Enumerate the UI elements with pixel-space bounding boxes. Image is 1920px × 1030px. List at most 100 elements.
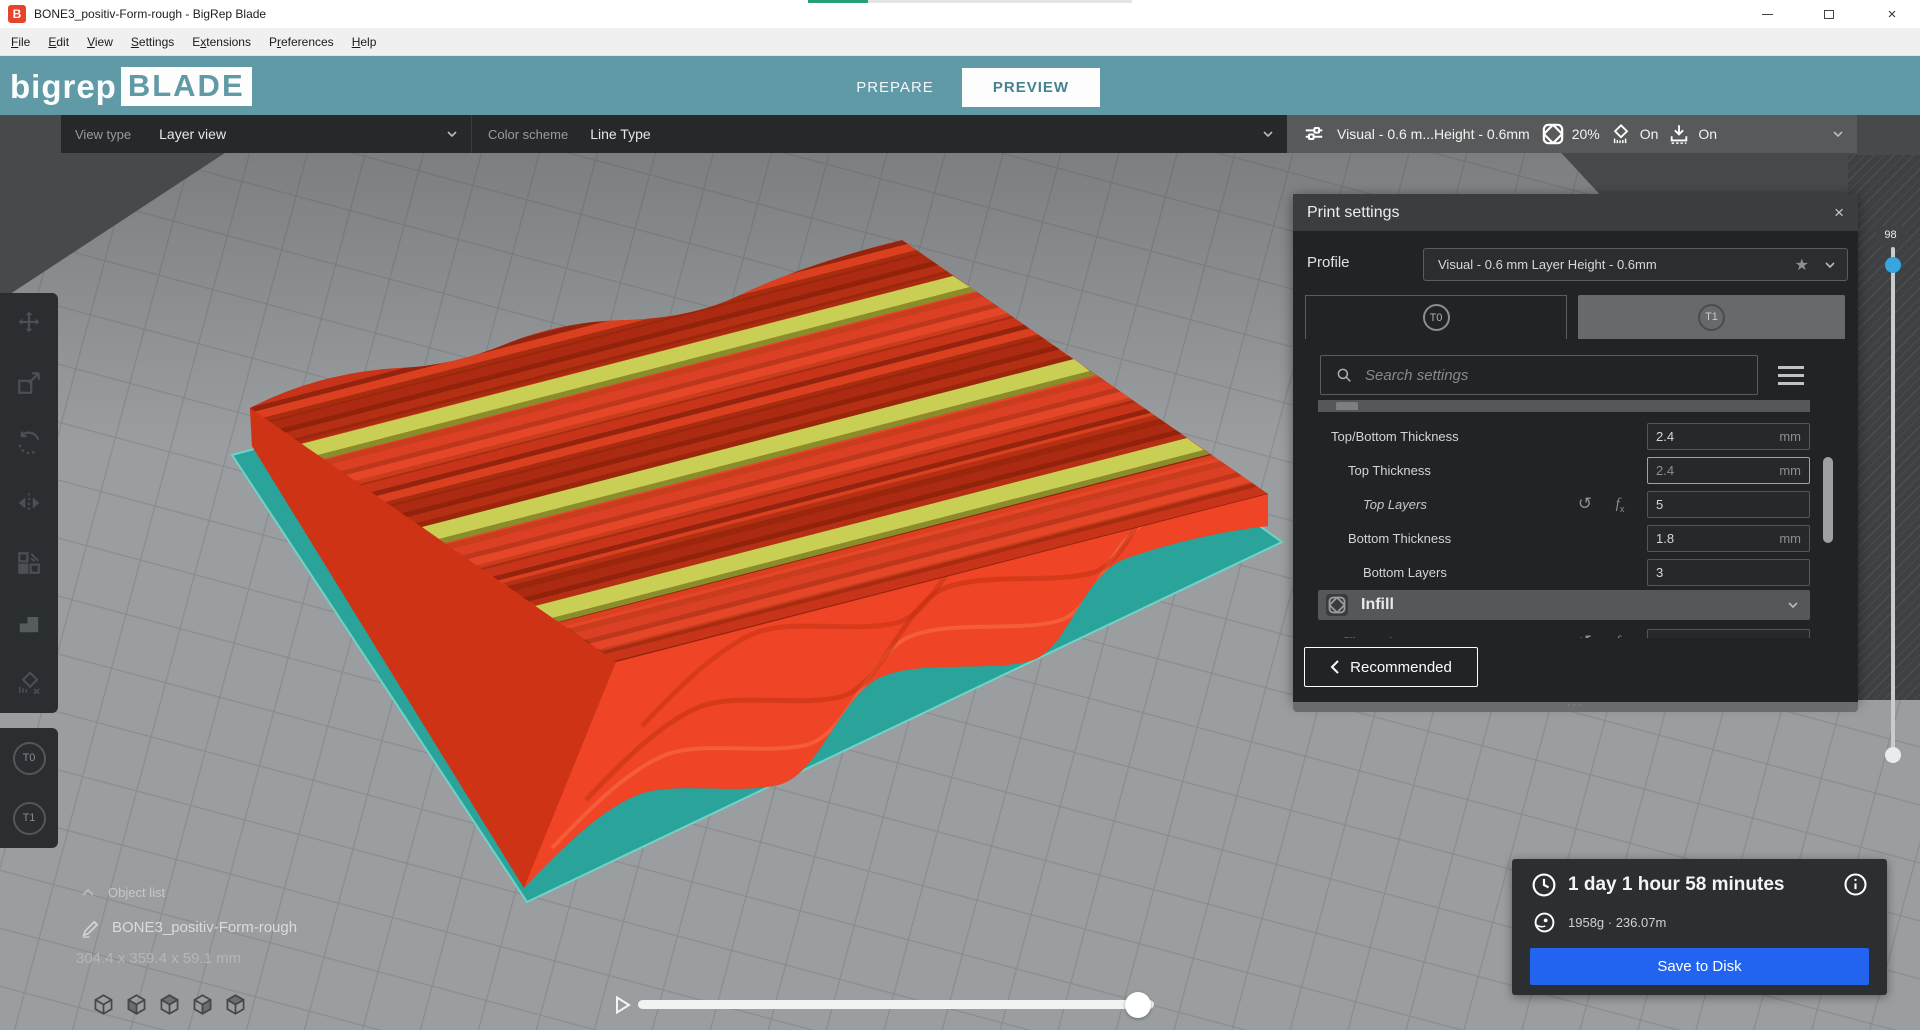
- extruder-t0-button[interactable]: T0: [0, 728, 58, 788]
- setting-value-input[interactable]: [1656, 635, 1746, 639]
- formula-icon[interactable]: fx: [1609, 633, 1631, 639]
- search-icon: [1335, 366, 1353, 384]
- info-icon[interactable]: [1843, 872, 1868, 897]
- menu-help[interactable]: Help: [343, 30, 386, 54]
- simulation-slider-handle[interactable]: [1125, 992, 1151, 1018]
- section-label: Infill: [1361, 596, 1394, 614]
- setting-value-input[interactable]: [1656, 531, 1746, 546]
- setting-row-top-thickness: Top Thickness mm: [1293, 454, 1838, 486]
- maximize-button[interactable]: [1806, 0, 1852, 28]
- menu-preferences[interactable]: Preferences: [260, 30, 343, 54]
- menu-extensions[interactable]: Extensions: [183, 30, 260, 54]
- setting-value-input[interactable]: [1656, 429, 1746, 444]
- revert-icon[interactable]: ↺: [1574, 632, 1596, 638]
- mirror-tool-button[interactable]: [0, 473, 58, 533]
- section-header-infill[interactable]: Infill: [1318, 590, 1810, 620]
- extruder-t1-button[interactable]: T1: [0, 788, 58, 848]
- view-right-icon[interactable]: [224, 993, 247, 1016]
- tab-extruder-t1[interactable]: T1: [1578, 295, 1845, 339]
- recommended-label: Recommended: [1350, 659, 1452, 676]
- support-eraser-button[interactable]: [0, 653, 58, 713]
- menu-edit[interactable]: Edit: [39, 30, 78, 54]
- setting-value-input[interactable]: [1656, 565, 1746, 580]
- view-toolbar: View type Layer view Color scheme Line T…: [61, 115, 1287, 153]
- search-input[interactable]: [1365, 367, 1747, 384]
- view-type-label: View type: [75, 127, 131, 142]
- setting-label: Top/Bottom Thickness: [1293, 429, 1459, 444]
- setting-value-box[interactable]: %: [1647, 629, 1810, 639]
- per-model-settings-button[interactable]: [0, 533, 58, 593]
- layer-slider-track[interactable]: [1891, 247, 1895, 755]
- chevron-down-icon: [1261, 127, 1275, 141]
- layer-slider-lower-handle[interactable]: [1885, 747, 1901, 763]
- move-icon: [16, 310, 42, 336]
- minimize-button[interactable]: [1744, 0, 1790, 28]
- summary-profile-text: Visual - 0.6 m...Height - 0.6mm: [1337, 126, 1530, 142]
- app-logo-icon: B: [8, 5, 26, 23]
- summary-infill-value: 20%: [1572, 126, 1600, 142]
- settings-scrollbar[interactable]: [1823, 457, 1833, 543]
- extruder-t0-icon: T0: [1423, 304, 1450, 331]
- setting-value-box[interactable]: mm: [1647, 457, 1810, 484]
- panel-resize-handle[interactable]: ···: [1293, 702, 1858, 712]
- close-window-button[interactable]: ×: [1864, 0, 1920, 28]
- chevron-up-icon[interactable]: [80, 886, 96, 900]
- object-name[interactable]: BONE3_positiv-Form-rough: [112, 919, 297, 936]
- setting-value-box[interactable]: mm: [1647, 423, 1810, 450]
- edit-icon: [80, 920, 99, 939]
- setting-value-box[interactable]: [1647, 491, 1810, 518]
- setting-value-box[interactable]: mm: [1647, 525, 1810, 552]
- revert-icon[interactable]: ↺: [1574, 494, 1596, 514]
- minimize-icon: [1762, 14, 1773, 15]
- tab-extruder-t0[interactable]: T0: [1305, 295, 1567, 339]
- setting-unit: mm: [1779, 463, 1801, 478]
- adhesion-icon: [1668, 123, 1690, 145]
- setting-value-input[interactable]: [1656, 463, 1746, 478]
- settings-menu-icon[interactable]: [1778, 366, 1804, 385]
- chevron-down-icon: [1831, 127, 1845, 141]
- scale-tool-button[interactable]: [0, 353, 58, 413]
- profile-dropdown[interactable]: Visual - 0.6 mm Layer Height - 0.6mm ★: [1423, 248, 1848, 281]
- object-list-toggle[interactable]: Object list: [108, 885, 165, 900]
- view-front-icon[interactable]: [125, 993, 148, 1016]
- layer-number-badge: 98: [1876, 226, 1905, 245]
- print-settings-summary[interactable]: Visual - 0.6 m...Height - 0.6mm 20% On O…: [1287, 115, 1857, 153]
- simulation-slider-track[interactable]: [638, 1000, 1154, 1009]
- formula-icon[interactable]: fx: [1609, 495, 1631, 514]
- play-icon[interactable]: [610, 993, 634, 1017]
- color-scheme-label: Color scheme: [488, 127, 568, 142]
- menu-view[interactable]: View: [78, 30, 122, 54]
- menu-file[interactable]: File: [2, 30, 39, 54]
- view-left-icon[interactable]: [191, 993, 214, 1016]
- view-3d-icon[interactable]: [92, 993, 115, 1016]
- star-icon[interactable]: ★: [1795, 255, 1809, 275]
- progress-strip-track: [868, 0, 1132, 3]
- material-usage: 1958g · 236.07m: [1568, 911, 1666, 934]
- view-type-dropdown[interactable]: View type Layer view: [61, 126, 471, 142]
- recommended-mode-button[interactable]: Recommended: [1304, 647, 1478, 687]
- infill-icon: [1326, 594, 1348, 616]
- support-icon: [1610, 123, 1632, 145]
- move-tool-button[interactable]: [0, 293, 58, 353]
- setting-row-bottom-layers: Bottom Layers: [1293, 556, 1838, 588]
- app-header: bigrep BLADE: [0, 56, 1920, 115]
- setting-value-input[interactable]: [1656, 497, 1746, 512]
- menu-settings[interactable]: Settings: [122, 30, 183, 54]
- section-header-partial[interactable]: [1318, 400, 1810, 412]
- save-to-disk-button[interactable]: Save to Disk: [1530, 948, 1869, 985]
- color-scheme-dropdown[interactable]: Color scheme Line Type: [471, 115, 1287, 153]
- close-panel-button[interactable]: ×: [1834, 204, 1844, 221]
- rotate-tool-button[interactable]: [0, 413, 58, 473]
- tab-prepare[interactable]: PREPARE: [830, 68, 960, 107]
- clock-icon: [1531, 872, 1557, 898]
- progress-strip: [808, 0, 868, 3]
- back-chevron-icon: [1330, 660, 1340, 674]
- setting-value-box[interactable]: [1647, 559, 1810, 586]
- support-blocker-icon: [16, 610, 42, 636]
- settings-search-box[interactable]: [1320, 355, 1758, 395]
- layer-slider-upper-handle[interactable]: [1885, 257, 1901, 273]
- support-blocker-button[interactable]: [0, 593, 58, 653]
- view-top-icon[interactable]: [158, 993, 181, 1016]
- job-info-panel: 1 day 1 hour 58 minutes 1958g · 236.07m …: [1512, 859, 1887, 995]
- tab-preview[interactable]: PREVIEW: [962, 68, 1100, 107]
